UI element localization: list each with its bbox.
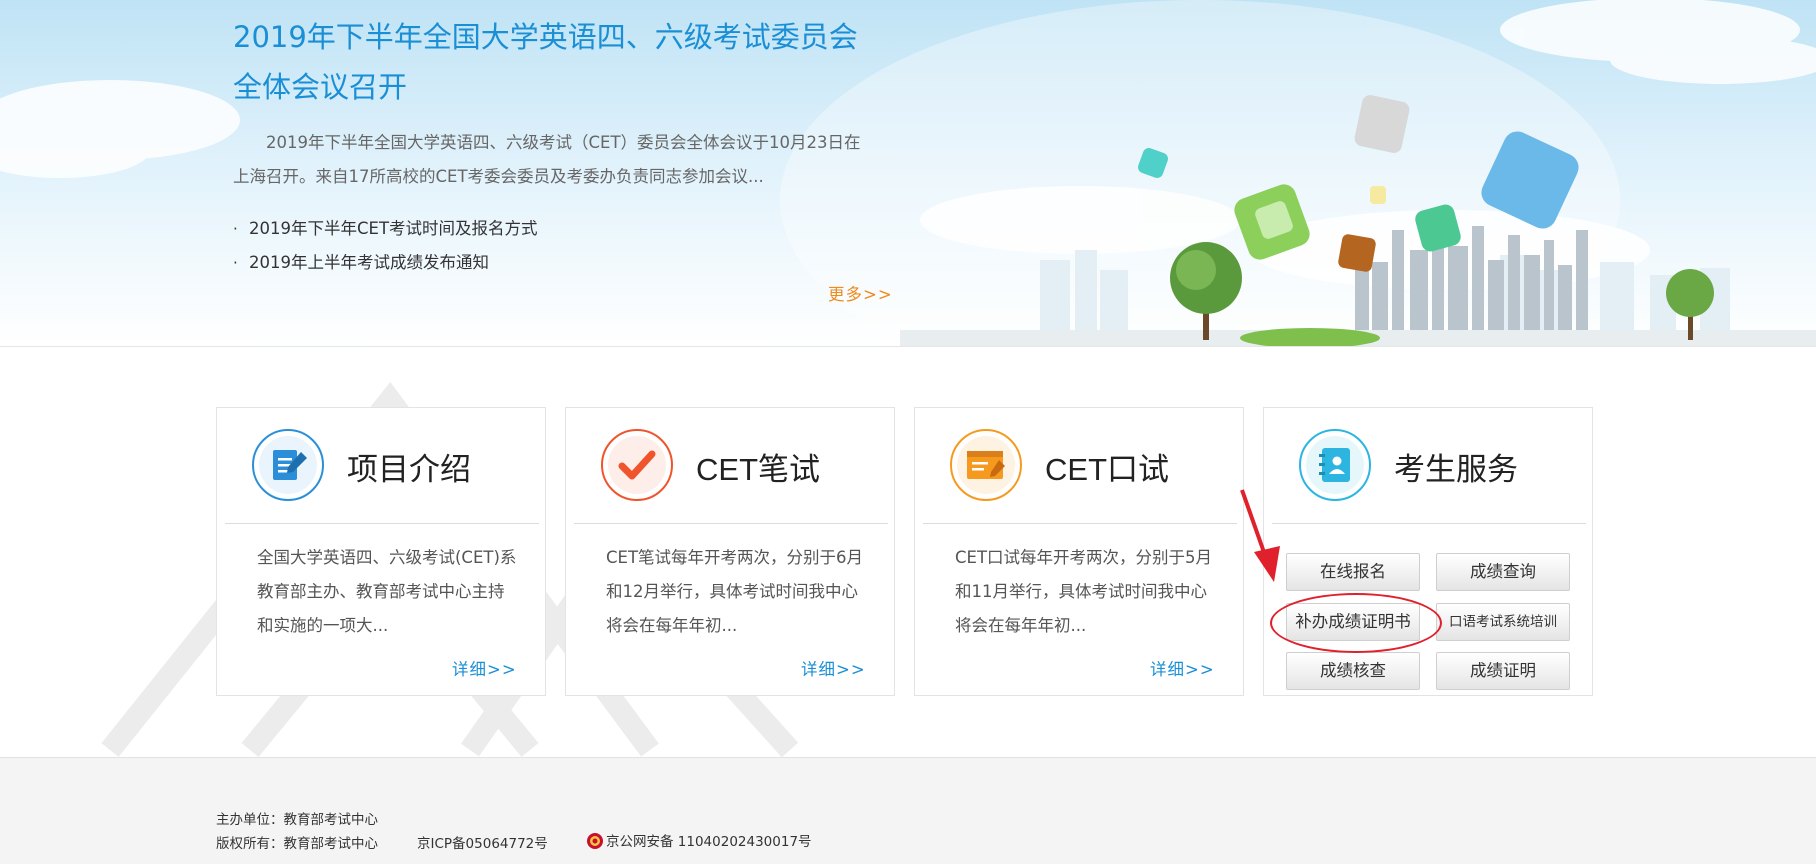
hero-banner: 2019年下半年全国大学英语四、六级考试委员会全体会议召开 2019年下半年全国… xyxy=(0,0,1816,347)
score-certificate-button[interactable]: 成绩证明 xyxy=(1436,652,1570,690)
card-description: 全国大学英语四、六级考试(CET)系教育部主办、教育部考试中心主持和实施的一项大… xyxy=(257,548,517,635)
card-title: 项目介绍 xyxy=(347,452,471,487)
footer-police-label: 京公网安备 11040202430017号 xyxy=(606,834,812,850)
card-cet-oral: CET口试 CET口试每年开考两次，分别于5月和11月举行，具体考试时间我中心将… xyxy=(914,407,1244,696)
document-edit-icon xyxy=(252,429,324,501)
card-project-intro: 项目介绍 全国大学英语四、六级考试(CET)系教育部主办、教育部考试中心主持和实… xyxy=(216,407,546,696)
footer-sponsor: 主办单位：教育部考试中心 xyxy=(216,812,378,828)
site-footer: 主办单位：教育部考试中心 版权所有：教育部考试中心 京ICP备05064772号… xyxy=(0,757,1816,864)
oral-training-button[interactable]: 口语考试系统培训 xyxy=(1436,603,1570,641)
hero-description: 2019年下半年全国大学英语四、六级考试（CET）委员会全体会议于10月23日在… xyxy=(233,133,861,186)
hero-news-list: · 2019年下半年CET考试时间及报名方式 · 2019年上半年考试成绩发布通知 xyxy=(233,212,538,280)
card-title: CET口试 xyxy=(1045,452,1169,487)
card-header: 项目介绍 xyxy=(225,408,539,524)
bullet-icon: · xyxy=(233,220,238,238)
card-description: CET口试每年开考两次，分别于5月和11月举行，具体考试时间我中心将会在每年年初… xyxy=(955,548,1213,635)
card-header: CET口试 xyxy=(923,408,1237,524)
screen-edit-icon xyxy=(950,429,1022,501)
card-header: CET笔试 xyxy=(574,408,888,524)
news-link[interactable]: · 2019年下半年CET考试时间及报名方式 xyxy=(233,212,538,246)
card-title: 考生服务 xyxy=(1394,452,1518,487)
footer-police-record[interactable]: 京公网安备 11040202430017号 xyxy=(586,830,812,850)
police-badge-icon xyxy=(587,833,603,849)
red-arrow-annotation xyxy=(1240,489,1280,582)
card-details-link[interactable]: 详细>> xyxy=(452,656,517,680)
card-details-link[interactable]: 详细>> xyxy=(801,656,866,680)
checkmark-icon xyxy=(601,429,673,501)
card-cet-written: CET笔试 CET笔试每年开考两次，分别于6月和12月举行，具体考试时间我中心将… xyxy=(565,407,895,696)
bullet-icon: · xyxy=(233,254,238,272)
card-details-link[interactable]: 详细>> xyxy=(1150,656,1215,680)
news-link-label: 2019年上半年考试成绩发布通知 xyxy=(249,253,489,272)
card-header: 考生服务 xyxy=(1272,408,1586,524)
reissue-certificate-button[interactable]: 补办成绩证明书 xyxy=(1286,603,1420,641)
footer-icp-link[interactable]: 京ICP备05064772号 xyxy=(417,832,548,852)
score-query-button[interactable]: 成绩查询 xyxy=(1436,553,1570,591)
card-title: CET笔试 xyxy=(696,452,820,487)
news-link-label: 2019年下半年CET考试时间及报名方式 xyxy=(249,219,538,238)
score-review-button[interactable]: 成绩核查 xyxy=(1286,652,1420,690)
online-signup-button[interactable]: 在线报名 xyxy=(1286,553,1420,591)
footer-copyright: 版权所有：教育部考试中心 xyxy=(216,836,378,852)
card-description: CET笔试每年开考两次，分别于6月和12月举行，具体考试时间我中心将会在每年年初… xyxy=(606,548,864,635)
news-link[interactable]: · 2019年上半年考试成绩发布通知 xyxy=(233,246,538,280)
hero-headline[interactable]: 2019年下半年全国大学英语四、六级考试委员会全体会议召开 xyxy=(233,12,873,112)
more-news-link[interactable]: 更多>> xyxy=(828,281,893,305)
contact-book-icon xyxy=(1299,429,1371,501)
